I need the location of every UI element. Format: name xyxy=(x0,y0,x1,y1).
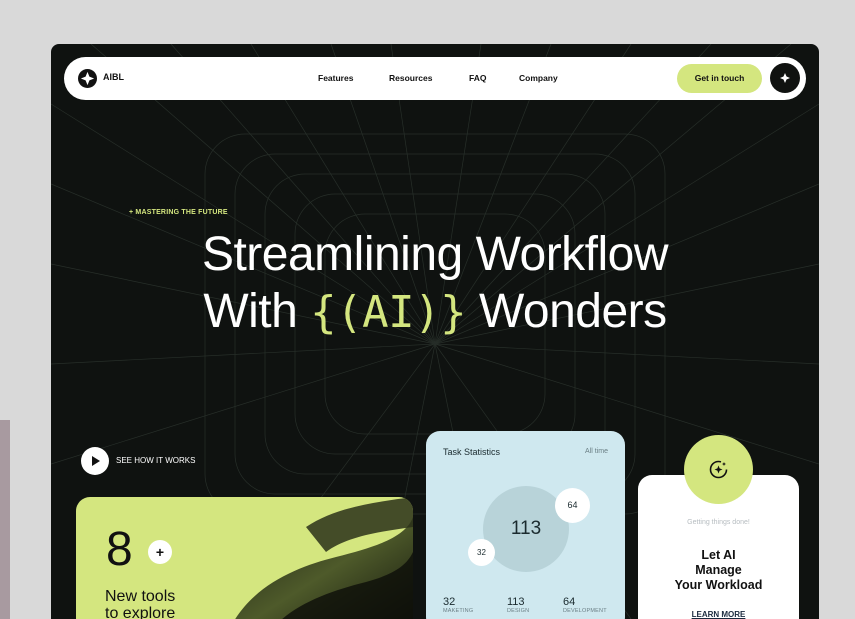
tools-caption-line-2: to explore xyxy=(105,605,176,619)
hero-heading-line-2: With {(AI)} Wonders xyxy=(51,283,819,341)
brand-name: AIBL xyxy=(103,72,124,82)
abstract-3d-shape-image xyxy=(235,497,413,619)
learn-more-link[interactable]: LEARN MORE xyxy=(638,610,799,619)
play-video-button[interactable] xyxy=(81,447,109,475)
hero-heading: Streamlining Workflow With {(AI)} Wonder… xyxy=(51,226,819,341)
background-strip xyxy=(0,420,10,619)
stat-value: 32 xyxy=(443,596,456,608)
stat-label: DESIGN xyxy=(507,608,530,614)
get-in-touch-button[interactable]: Get in touch xyxy=(677,64,762,93)
hero-heading-with: With xyxy=(203,285,311,338)
top-navigation-bar: AIBL Features Resources FAQ Company Get … xyxy=(64,57,806,100)
stats-bubble-marketing: 32 xyxy=(468,539,495,566)
stats-bubble-development: 64 xyxy=(555,488,590,523)
nav-link-company[interactable]: Company xyxy=(519,73,558,83)
logo-icon xyxy=(78,69,97,88)
nav-link-faq[interactable]: FAQ xyxy=(469,73,486,83)
ai-caption: Getting things done! xyxy=(687,519,750,526)
ai-title-line-3: Your Workload xyxy=(674,578,763,592)
ai-sparkle-icon xyxy=(709,460,728,479)
stat-value: 64 xyxy=(563,596,576,608)
ai-title-line-1: Let AI xyxy=(701,548,736,562)
ai-title-line-2: Manage xyxy=(695,563,742,577)
tools-card: 8 + New tools to explore xyxy=(76,497,413,619)
stats-range-selector[interactable]: All time xyxy=(585,448,608,455)
task-statistics-card: Task Statistics All time 113 64 32 32 MA… xyxy=(426,431,625,619)
stat-label: MAKETING xyxy=(443,608,474,614)
sparkle-icon xyxy=(780,73,790,83)
ai-title: Let AI Manage Your Workload xyxy=(638,548,799,593)
plus-icon[interactable]: + xyxy=(148,540,172,564)
stat-label: DEVELOPMENT xyxy=(563,608,607,614)
tools-count: 8 xyxy=(106,523,133,576)
ai-badge xyxy=(684,435,753,504)
hero-eyebrow: + MASTERING THE FUTURE xyxy=(129,209,228,216)
tools-caption-line-1: New tools xyxy=(105,588,176,605)
stat-development: 64 DEVELOPMENT xyxy=(563,596,607,614)
stats-title: Task Statistics xyxy=(443,447,501,457)
see-how-it-works-link[interactable]: SEE HOW IT WORKS xyxy=(116,456,195,465)
hero-heading-line-1: Streamlining Workflow xyxy=(201,228,669,281)
stat-value: 113 xyxy=(507,596,525,608)
nav-link-features[interactable]: Features xyxy=(318,73,353,83)
tools-caption: New tools to explore xyxy=(105,588,215,619)
hero-heading-wonders: Wonders xyxy=(466,285,667,338)
sparkle-menu-button[interactable] xyxy=(770,63,800,93)
stat-marketing: 32 MAKETING xyxy=(443,596,473,614)
landing-page: AIBL Features Resources FAQ Company Get … xyxy=(51,44,819,619)
hero-heading-ai-accent: {(AI)} xyxy=(310,287,467,338)
play-icon xyxy=(92,456,100,466)
nav-link-resources[interactable]: Resources xyxy=(389,73,432,83)
stat-design: 113 DESIGN xyxy=(507,596,529,614)
